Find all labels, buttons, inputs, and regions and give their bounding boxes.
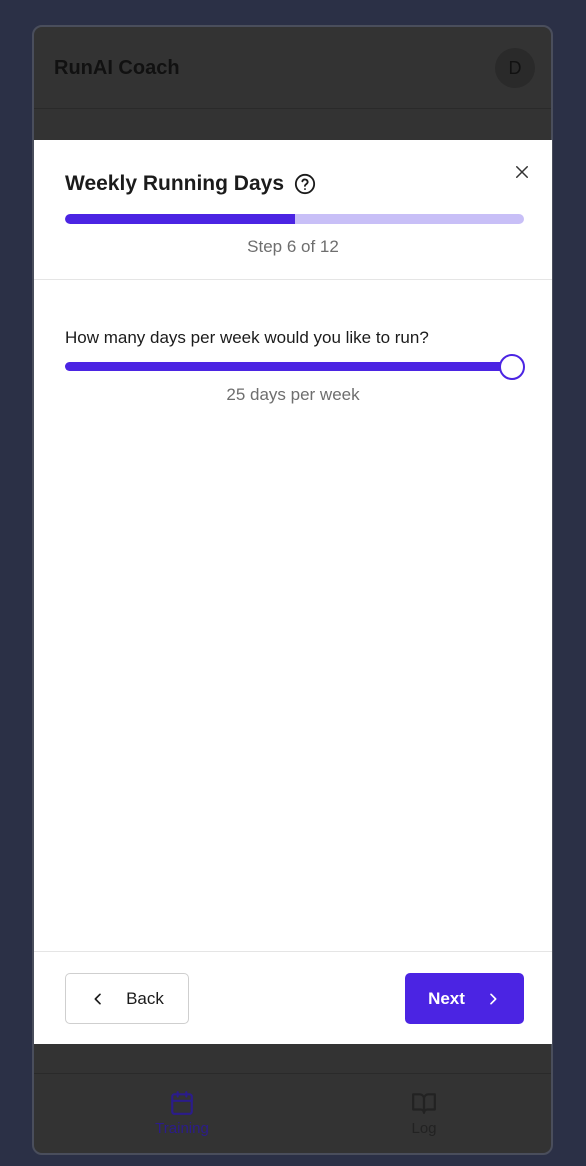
avatar[interactable]: D [495,48,535,88]
book-icon [412,1093,436,1114]
step-progress-fill [65,214,295,224]
bottom-nav: Training Log [34,1073,551,1153]
question-label: How many days per week would you like to… [65,328,429,347]
chevron-right-icon [490,993,497,1004]
onboarding-modal: Weekly Running Days Step 6 of 12 How man… [34,140,552,1044]
days-slider-thumb[interactable] [499,354,525,380]
nav-item-log[interactable]: Log [364,1090,484,1137]
step-progress-bar [65,214,524,224]
nav-label-training: Training [155,1120,209,1137]
help-circle-icon[interactable] [294,173,316,195]
close-button[interactable] [510,160,534,184]
modal-title: Weekly Running Days [65,172,285,195]
nav-label-log: Log [411,1120,437,1137]
app-title: RunAI Coach [54,57,180,79]
calendar-icon [171,1091,193,1115]
nav-item-training[interactable]: Training [122,1090,242,1137]
modal-footer: Back Next [34,951,552,1044]
modal-header: Weekly Running Days Step 6 of 12 [34,140,552,280]
app-header: RunAI Coach D [34,27,551,109]
close-icon [516,166,528,178]
back-button-label: Back [126,988,164,1008]
modal-title-row: Weekly Running Days [65,172,316,196]
days-slider-track[interactable] [65,362,524,371]
next-button[interactable]: Next [405,973,524,1024]
step-indicator: Step 6 of 12 [247,237,339,256]
chevron-left-icon [94,993,101,1004]
back-button[interactable]: Back [65,973,189,1024]
next-button-label: Next [428,988,465,1008]
slider-value-label: 25 days per week [226,385,360,404]
